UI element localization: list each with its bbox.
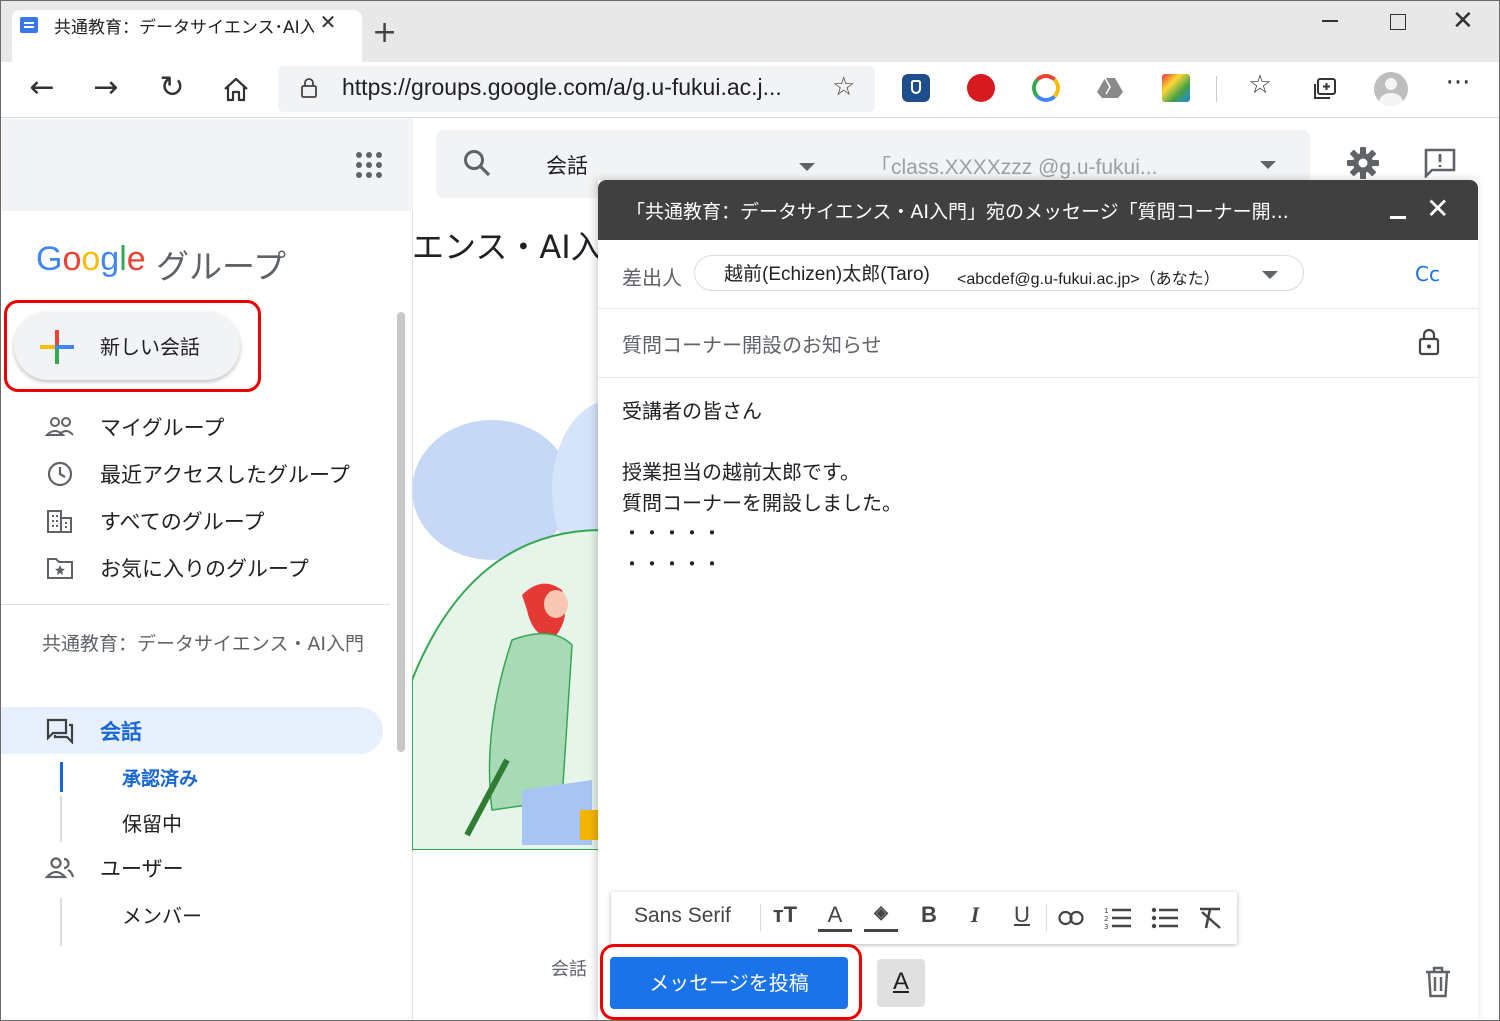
current-group-name[interactable]: 共通教育：データサイエンス・AI入門	[42, 630, 387, 659]
clock-icon	[47, 461, 73, 487]
home-icon[interactable]	[222, 76, 250, 102]
chevron-down-icon[interactable]	[1260, 161, 1276, 169]
more-icon[interactable]: ···	[1438, 68, 1478, 98]
building-icon	[47, 510, 72, 533]
search-icon[interactable]	[462, 148, 492, 178]
toolbar-separator	[1216, 76, 1217, 102]
product-name: グループ	[156, 247, 287, 286]
message-body-line[interactable]: 質問コーナーを開設しました。	[622, 487, 902, 516]
svg-text:2: 2	[1104, 915, 1108, 923]
new-tab-button[interactable]: +	[372, 18, 397, 48]
footer-conversation-text: 会話	[551, 959, 587, 980]
sidebar-item-favorite-groups[interactable]: お気に入りのグループ	[100, 553, 309, 583]
shield-extension-icon[interactable]	[902, 74, 930, 102]
sub-nav-line-users	[60, 898, 62, 946]
sidebar-item-users[interactable]: ユーザー	[100, 853, 184, 883]
message-body-line[interactable]: ・・・・・	[622, 517, 722, 546]
users-icon	[44, 857, 75, 879]
link-icon[interactable]	[1058, 910, 1084, 926]
highlight-box-post	[600, 944, 862, 1020]
forward-arrow-icon[interactable]: →	[84, 66, 128, 110]
close-icon[interactable]: ✕	[1426, 192, 1449, 225]
toolbar-separator	[760, 904, 761, 932]
profile-icon[interactable]	[1374, 72, 1408, 106]
plus-icon	[40, 330, 74, 364]
clear-formatting-icon[interactable]	[1198, 906, 1224, 930]
text-color-icon[interactable]: A	[818, 902, 852, 932]
chevron-down-icon[interactable]	[1262, 271, 1278, 279]
sidebar-item-recent-groups[interactable]: 最近アクセスしたグループ	[100, 459, 350, 489]
message-body-line[interactable]: ・・・・・	[622, 548, 722, 577]
svg-text:3: 3	[1104, 923, 1108, 930]
approved-indicator	[60, 762, 63, 792]
apps-grid-icon[interactable]	[356, 152, 382, 178]
trendmicro-icon[interactable]	[967, 74, 995, 102]
window-close-icon[interactable]: ✕	[1452, 6, 1474, 36]
underline-icon[interactable]: U	[1005, 902, 1039, 928]
window-maximize-icon[interactable]	[1390, 14, 1406, 30]
page-heading: エンス・AI入	[412, 228, 598, 266]
gear-icon[interactable]	[1346, 146, 1380, 180]
from-name: 越前(Echizen)太郎(Taro)	[724, 264, 930, 285]
lock-icon[interactable]	[300, 78, 318, 98]
bulleted-list-icon[interactable]	[1151, 906, 1179, 930]
illustration-image	[412, 401, 602, 850]
from-email: <abcdef@g.u-fukui.ac.jp>（あなた）	[957, 271, 1220, 288]
highlight-color-icon[interactable]: ◈	[864, 902, 898, 932]
sub-nav-line	[60, 796, 62, 842]
search-input[interactable]: 「class.XXXXzzz @g.u-fukui...	[870, 151, 1157, 181]
sidebar-divider	[0, 604, 390, 605]
sidebar-item-pending[interactable]: 保留中	[122, 808, 182, 837]
favorites-icon[interactable]: ☆	[1240, 70, 1280, 100]
sidebar-item-my-groups[interactable]: マイグループ	[100, 412, 224, 442]
text-size-icon[interactable]: ᴛT	[768, 902, 802, 928]
forum-icon	[46, 718, 74, 744]
google-logo[interactable]: Google	[36, 240, 146, 279]
numbered-list-icon[interactable]: 123	[1104, 906, 1132, 930]
sidebar-header	[0, 119, 413, 211]
sidebar-item-members[interactable]: メンバー	[122, 900, 202, 929]
sidebar-item-all-groups[interactable]: すべてのグループ	[100, 506, 264, 536]
row-divider	[598, 377, 1478, 378]
sidebar-scrollbar[interactable]	[397, 312, 405, 752]
svg-text:1: 1	[1104, 907, 1108, 915]
tab-title: 共通教育：データサイエンス･AI入門	[54, 18, 314, 38]
favorite-star-icon[interactable]: ☆	[832, 72, 855, 102]
collections-icon[interactable]	[1312, 77, 1338, 101]
conversations-label: 会話	[100, 720, 142, 744]
refresh-icon[interactable]: ↻	[150, 66, 194, 110]
groups-favicon-icon	[20, 17, 38, 33]
subject-field[interactable]: 質問コーナー開設のお知らせ	[622, 329, 882, 358]
bold-icon[interactable]: B	[912, 902, 946, 928]
cc-button[interactable]: Cc	[1415, 262, 1440, 286]
row-divider	[598, 308, 1478, 309]
font-select[interactable]: Sans Serif	[634, 904, 731, 928]
new-conversation-label: 新しい会話	[100, 335, 200, 359]
feedback-icon[interactable]	[1424, 148, 1456, 178]
message-body-line[interactable]: 授業担当の越前太郎です。	[622, 456, 860, 485]
tab-close-icon[interactable]: ✕	[316, 10, 340, 34]
chrome-remote-icon[interactable]	[1032, 74, 1060, 102]
chevron-down-icon[interactable]	[799, 163, 815, 171]
back-arrow-icon[interactable]: ←	[20, 66, 64, 110]
star-folder-icon	[47, 558, 73, 579]
window-minimize-icon[interactable]	[1322, 20, 1338, 22]
url-text[interactable]: https://groups.google.com/a/g.u-fukui.ac…	[342, 74, 782, 101]
formatting-toggle-button[interactable]: A	[877, 959, 925, 1007]
people-icon	[44, 417, 74, 436]
search-scope-select[interactable]: 会話	[546, 150, 588, 180]
sidebar-item-approved[interactable]: 承認済み	[122, 764, 198, 791]
message-body-line[interactable]: 受講者の皆さん	[622, 395, 762, 424]
minimize-icon[interactable]	[1390, 216, 1406, 219]
padlock-icon	[1418, 328, 1440, 356]
compose-title: 「共通教育：データサイエンス・AI入門」宛のメッセージ「質問コーナー開...	[626, 201, 1289, 223]
from-label: 差出人	[622, 266, 682, 290]
italic-icon[interactable]: I	[958, 902, 992, 928]
drive-icon[interactable]	[1096, 76, 1124, 100]
trash-icon[interactable]	[1424, 966, 1452, 998]
toolbar-separator	[1046, 904, 1047, 932]
colorful-extension-icon[interactable]	[1162, 74, 1190, 102]
